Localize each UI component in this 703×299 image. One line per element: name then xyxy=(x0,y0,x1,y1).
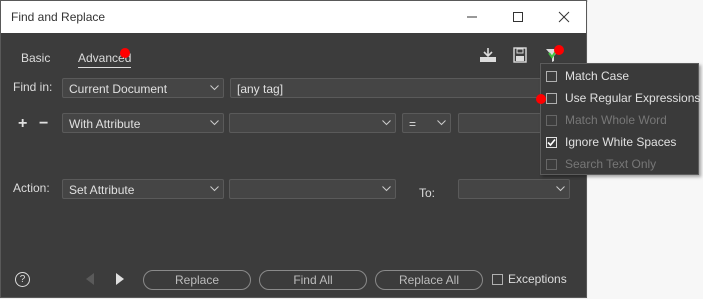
chevron-down-icon xyxy=(210,85,219,91)
match-whole-word-checkbox xyxy=(546,115,557,126)
find-in-scope-select[interactable]: Current Document xyxy=(62,78,224,98)
checkmark-icon xyxy=(547,138,556,147)
menu-item-match-whole-word: Match Whole Word xyxy=(541,109,698,131)
marker-dot xyxy=(120,48,130,58)
attribute-type-value: With Attribute xyxy=(69,117,141,131)
action-label: Action: xyxy=(13,181,50,195)
search-text-only-checkbox xyxy=(546,159,557,170)
menu-item-search-text-only: Search Text Only xyxy=(541,153,698,175)
minimize-button[interactable] xyxy=(449,1,495,33)
find-in-scope-value: Current Document xyxy=(69,82,168,96)
use-regex-checkbox[interactable] xyxy=(546,93,557,104)
action-to-select[interactable] xyxy=(458,179,570,199)
find-all-button[interactable]: Find All xyxy=(259,270,367,290)
find-in-label: Find in: xyxy=(13,80,53,94)
marker-dot xyxy=(554,45,564,55)
to-label: To: xyxy=(419,186,436,200)
chevron-down-icon xyxy=(382,186,391,192)
attribute-value-select[interactable] xyxy=(458,113,548,133)
action-attribute-select[interactable] xyxy=(229,179,396,199)
minimize-icon xyxy=(467,16,477,18)
save-icon xyxy=(513,47,527,63)
replace-all-button[interactable]: Replace All xyxy=(375,270,483,290)
menu-item-label: Ignore White Spaces xyxy=(565,135,677,149)
close-icon xyxy=(558,11,570,23)
chevron-down-icon xyxy=(556,186,565,192)
menu-item-match-case[interactable]: Match Case xyxy=(541,65,698,87)
help-button[interactable]: ? xyxy=(15,272,30,287)
find-in-tag-value: [any tag] xyxy=(237,82,284,96)
save-query-button[interactable] xyxy=(509,45,531,65)
menu-item-label: Search Text Only xyxy=(565,157,657,171)
exceptions-checkbox[interactable] xyxy=(492,274,503,285)
chevron-down-icon xyxy=(382,120,391,126)
add-condition-button[interactable]: + xyxy=(18,115,27,133)
match-case-checkbox[interactable] xyxy=(546,71,557,82)
previous-arrow-icon[interactable] xyxy=(85,272,95,286)
marker-dot xyxy=(536,94,546,104)
title-bar[interactable]: Find and Replace xyxy=(1,1,586,33)
maximize-button[interactable] xyxy=(495,1,541,33)
chevron-down-icon xyxy=(437,120,446,126)
ignore-white-spaces-checkbox[interactable] xyxy=(546,137,557,148)
menu-item-label: Match Whole Word xyxy=(565,113,667,127)
action-select[interactable]: Set Attribute xyxy=(62,179,224,199)
action-value: Set Attribute xyxy=(69,183,135,197)
operator-value: = xyxy=(409,117,417,131)
attribute-type-select[interactable]: With Attribute xyxy=(62,113,224,133)
exceptions-label: Exceptions xyxy=(508,272,567,286)
download-icon xyxy=(480,48,496,62)
replace-button[interactable]: Replace xyxy=(143,270,251,290)
window-title: Find and Replace xyxy=(11,10,106,24)
chevron-down-icon xyxy=(210,120,219,126)
operator-select[interactable]: = xyxy=(402,113,451,133)
next-arrow-icon[interactable] xyxy=(115,272,125,286)
remove-condition-button[interactable]: − xyxy=(39,115,48,133)
chevron-down-icon xyxy=(210,186,219,192)
menu-item-label: Match Case xyxy=(565,69,630,83)
search-options-menu: Match Case Use Regular Expressions Match… xyxy=(540,63,701,175)
menu-item-ignore-white-spaces[interactable]: Ignore White Spaces xyxy=(541,131,698,153)
find-replace-dialog: Find and Replace Basic Advanced Find in:… xyxy=(0,0,587,298)
maximize-icon xyxy=(513,12,523,22)
find-in-tag-field[interactable]: [any tag] xyxy=(230,78,550,98)
attribute-name-select[interactable] xyxy=(229,113,396,133)
menu-item-use-regex[interactable]: Use Regular Expressions xyxy=(541,87,701,109)
close-button[interactable] xyxy=(541,1,587,33)
tab-basic[interactable]: Basic xyxy=(21,51,50,65)
menu-item-label: Use Regular Expressions xyxy=(565,91,701,105)
load-query-button[interactable] xyxy=(477,45,499,65)
